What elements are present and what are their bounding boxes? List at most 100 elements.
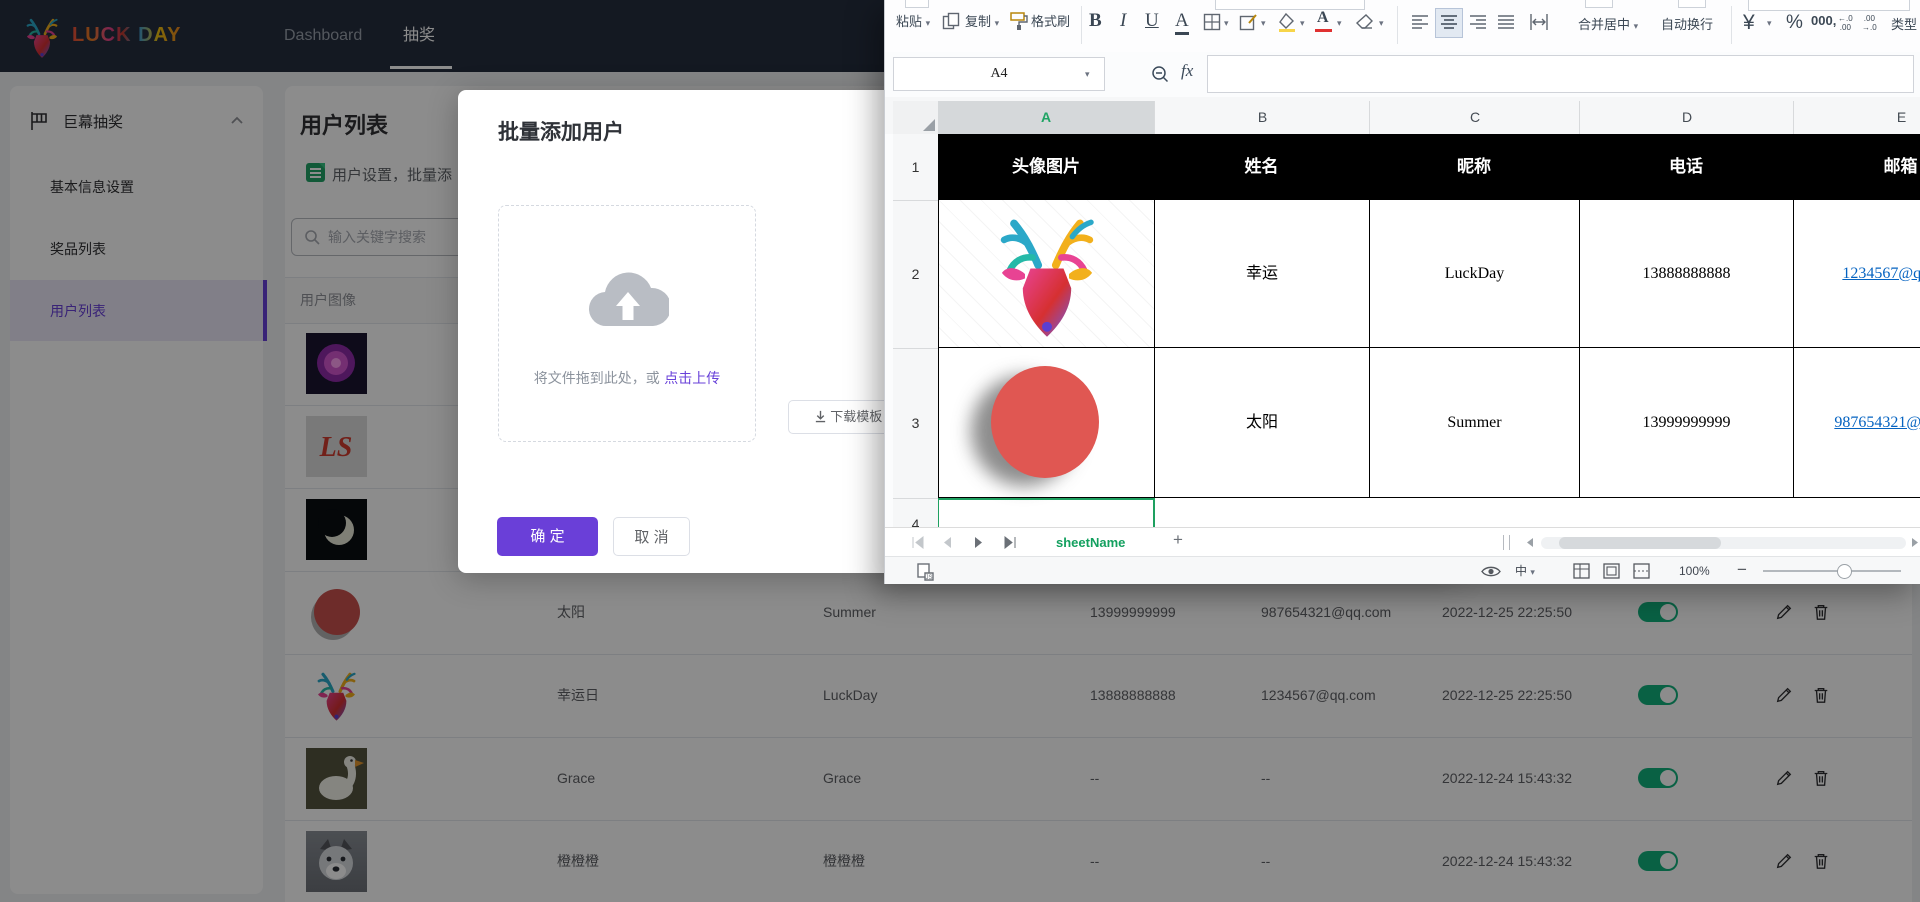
- format-painter-icon: [1009, 11, 1028, 31]
- column-header-d[interactable]: D: [1579, 101, 1794, 135]
- paste-icon: [905, 0, 929, 8]
- sheet-header-cell: 昵称: [1369, 134, 1579, 200]
- formula-input[interactable]: [1207, 55, 1914, 93]
- click-to-upload-link[interactable]: 点击上传: [664, 370, 720, 386]
- upload-dropzone[interactable]: 将文件拖到此处，或 点击上传: [498, 205, 756, 442]
- underline-button[interactable]: U: [1145, 10, 1159, 32]
- cell-nickname: LuckDay: [1370, 200, 1580, 348]
- scroll-left-icon[interactable]: [1525, 537, 1535, 548]
- paste-options-icon[interactable]: JS: [916, 562, 935, 581]
- fx-label: fx: [1181, 61, 1193, 81]
- align-center-button[interactable]: [1435, 8, 1463, 38]
- spreadsheet-window: 粘贴 ▾ 复制 ▾ 格式刷 B I U A ▾ ▾ ▾ A ▾ ▾: [884, 0, 1920, 584]
- cell-phone: 13999999999: [1580, 348, 1794, 498]
- scroll-right-icon[interactable]: [1910, 537, 1920, 548]
- wrap-icon: [1678, 0, 1706, 8]
- cancel-button[interactable]: 取 消: [613, 517, 690, 556]
- status-bar: JS 中 ▾ 100% −: [885, 556, 1920, 584]
- confirm-button[interactable]: 确 定: [497, 517, 598, 556]
- normal-view-icon[interactable]: [1573, 563, 1590, 579]
- ribbon-toolbar: 粘贴 ▾ 复制 ▾ 格式刷 B I U A ▾ ▾ ▾ A ▾ ▾: [885, 0, 1920, 53]
- zoom-out-button[interactable]: −: [1737, 560, 1747, 580]
- cell-nickname: Summer: [1370, 348, 1580, 498]
- borders-icon[interactable]: [1203, 13, 1221, 31]
- currency-button[interactable]: ¥: [1743, 11, 1755, 35]
- decrease-decimal-button[interactable]: .00 →.0: [1862, 14, 1877, 32]
- dialog-title: 批量添加用户: [498, 116, 624, 146]
- add-sheet-button[interactable]: +: [1173, 530, 1183, 550]
- strikethrough-button[interactable]: A: [1175, 10, 1189, 35]
- name-box[interactable]: A4: [893, 57, 1105, 91]
- paste-button[interactable]: 粘贴 ▾: [896, 12, 930, 33]
- selected-cell-a4[interactable]: [938, 498, 1155, 527]
- sheet-grid[interactable]: 头像图片 姓名 昵称 电话 邮箱 幸运 LuckDay 13888888888 …: [938, 134, 1920, 527]
- zoom-formula-icon[interactable]: [1151, 65, 1170, 84]
- drop-text: 将文件拖到此处，或: [534, 370, 660, 386]
- select-all-corner[interactable]: [893, 101, 938, 135]
- sheet-header-row: 头像图片 姓名 昵称 电话 邮箱: [938, 134, 1920, 200]
- cell-name: 幸运: [1155, 200, 1370, 348]
- sheet-tab-bar: sheetName +: [885, 527, 1920, 557]
- copy-button[interactable]: 复制 ▾: [965, 12, 999, 33]
- merge-center-button[interactable]: 合并居中 ▾: [1578, 15, 1638, 36]
- align-right-icon[interactable]: [1469, 14, 1487, 30]
- zoom-slider-track[interactable]: [1763, 570, 1901, 572]
- number-format-combobox[interactable]: [1748, 0, 1910, 11]
- dropzone-hint: 将文件拖到此处，或 点击上传: [499, 368, 755, 388]
- page-break-icon[interactable]: [1633, 563, 1650, 579]
- name-box-dropdown[interactable]: ▾: [1085, 69, 1090, 80]
- page-layout-icon[interactable]: [1603, 563, 1620, 579]
- row-header-1[interactable]: 1: [893, 134, 938, 201]
- view-mode-button[interactable]: 中 ▾: [1515, 557, 1535, 584]
- last-sheet-icon[interactable]: [1003, 536, 1017, 549]
- deer-image: [992, 206, 1102, 342]
- row-header-2[interactable]: 2: [893, 200, 938, 349]
- sheet-header-cell: 邮箱: [1793, 134, 1920, 200]
- download-icon: [814, 410, 827, 423]
- column-header-b[interactable]: B: [1154, 101, 1370, 135]
- row-header-4[interactable]: 4: [893, 498, 938, 527]
- zoom-level-label: 100%: [1679, 557, 1710, 584]
- increase-decimal-button[interactable]: ←.0 .00: [1838, 14, 1853, 32]
- column-header-a[interactable]: A: [938, 101, 1154, 137]
- horizontal-scrollbar[interactable]: [1541, 537, 1906, 549]
- copy-icon: [942, 12, 961, 31]
- scrollbar-thumb[interactable]: [1559, 537, 1721, 549]
- fill-color-icon[interactable]: [1277, 12, 1297, 32]
- cell-email-link[interactable]: 1234567@qq.com: [1794, 200, 1920, 348]
- upload-cloud-icon: [587, 268, 669, 330]
- align-center-icon: [1440, 14, 1458, 30]
- thousands-button[interactable]: 000,: [1811, 13, 1836, 28]
- row-header-3[interactable]: 3: [893, 348, 938, 499]
- font-color-icon[interactable]: A: [1317, 9, 1329, 27]
- prev-sheet-icon[interactable]: [941, 536, 953, 549]
- sheet-row: 太阳 Summer 13999999999 987654321@qq.com: [938, 348, 1920, 498]
- format-painter-button[interactable]: 格式刷: [1031, 12, 1070, 32]
- column-header-c[interactable]: C: [1369, 101, 1580, 135]
- splitter-handle[interactable]: [1503, 535, 1510, 550]
- wrap-text-button[interactable]: 自动换行: [1661, 15, 1713, 35]
- next-sheet-icon[interactable]: [973, 536, 985, 549]
- indent-icon[interactable]: [1529, 12, 1549, 32]
- italic-button[interactable]: I: [1120, 10, 1126, 32]
- align-left-icon[interactable]: [1411, 14, 1429, 30]
- eye-protect-icon[interactable]: [1481, 565, 1501, 578]
- eraser-icon[interactable]: [1355, 13, 1375, 31]
- cell-avatar-deer: [939, 200, 1155, 348]
- formula-bar: A4 ▾ fx: [885, 52, 1920, 98]
- draw-border-icon[interactable]: [1239, 13, 1257, 31]
- sheet-row: 幸运 LuckDay 13888888888 1234567@qq.com: [938, 200, 1920, 348]
- zoom-slider-knob[interactable]: [1837, 564, 1852, 579]
- sheet-header-cell: 电话: [1579, 134, 1793, 200]
- align-justify-icon[interactable]: [1497, 14, 1515, 30]
- cell-avatar-red-circle: [939, 348, 1155, 498]
- cell-name: 太阳: [1155, 348, 1370, 498]
- font-name-combobox[interactable]: [1215, 0, 1365, 10]
- sheet-tab[interactable]: sheetName: [1056, 528, 1125, 557]
- type-convert-button[interactable]: 类型: [1891, 15, 1917, 35]
- percent-button[interactable]: %: [1786, 12, 1803, 34]
- column-header-e[interactable]: E: [1793, 101, 1920, 135]
- cell-email-link[interactable]: 987654321@qq.com: [1794, 348, 1920, 498]
- first-sheet-icon[interactable]: [911, 536, 925, 549]
- bold-button[interactable]: B: [1089, 10, 1102, 32]
